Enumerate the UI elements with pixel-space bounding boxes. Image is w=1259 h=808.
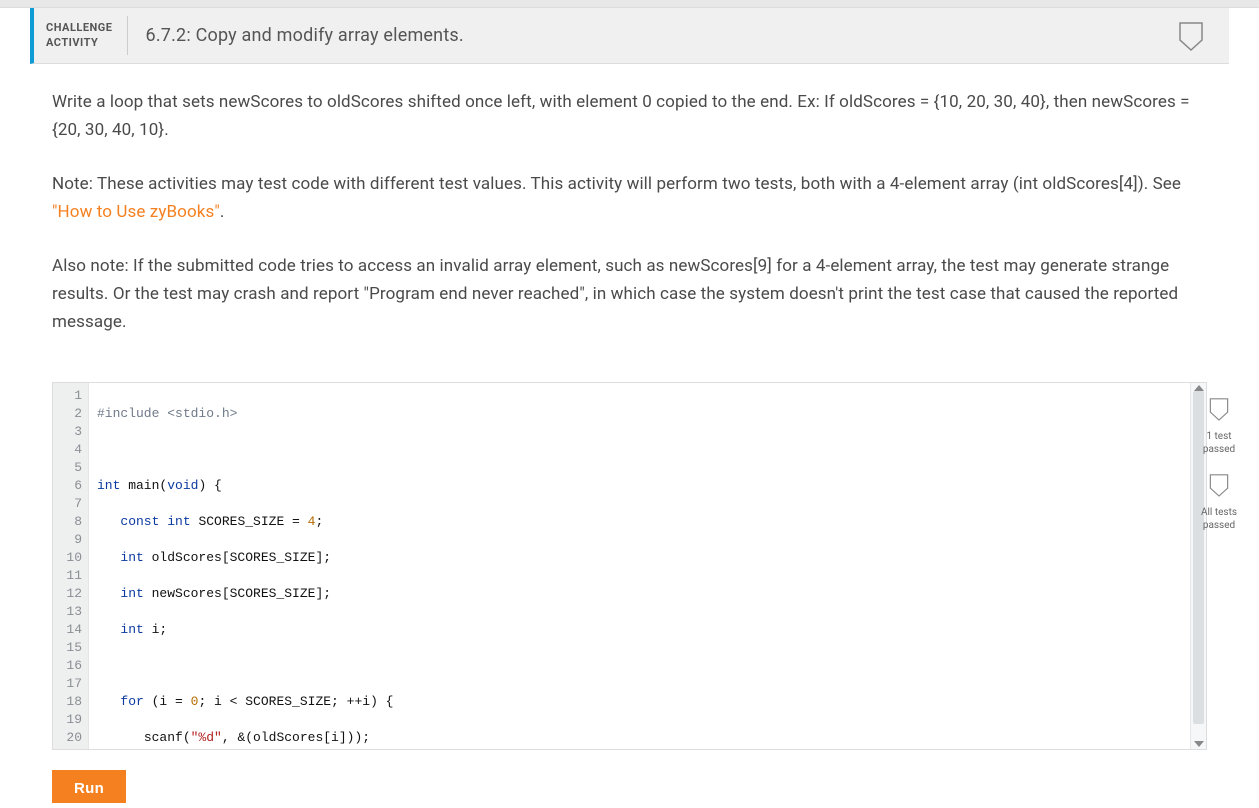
status-text: 1 test <box>1193 430 1245 443</box>
shield-icon <box>1177 20 1205 52</box>
line-number: 13 <box>63 603 82 621</box>
activity-completion-badge <box>1177 20 1205 56</box>
shield-icon <box>1208 396 1230 422</box>
line-number: 4 <box>63 441 82 459</box>
code-editor[interactable]: 1234567891011121314151617181920 #include… <box>52 382 1207 750</box>
description-para-3: Also note: If the submitted code tries t… <box>52 252 1207 336</box>
status-text: All tests <box>1193 506 1245 519</box>
test-status-1: 1 test passed <box>1193 396 1245 456</box>
line-number: 11 <box>63 567 82 585</box>
line-number: 18 <box>63 693 82 711</box>
line-number: 1 <box>63 387 82 405</box>
line-number: 14 <box>63 621 82 639</box>
line-number: 16 <box>63 657 82 675</box>
test-status-2: All tests passed <box>1193 472 1245 532</box>
line-number: 9 <box>63 531 82 549</box>
status-text: passed <box>1193 519 1245 532</box>
shield-icon <box>1208 472 1230 498</box>
activity-type-label: CHALLENGE ACTIVITY <box>46 16 128 55</box>
line-number: 6 <box>63 477 82 495</box>
activity-body: Write a loop that sets newScores to oldS… <box>30 64 1229 803</box>
status-text: passed <box>1193 443 1245 456</box>
line-number: 20 <box>63 729 82 747</box>
activity-title: 6.7.2: Copy and modify array elements. <box>128 16 464 55</box>
activity-type-line1: CHALLENGE <box>46 21 113 35</box>
line-number: 17 <box>63 675 82 693</box>
scroll-down-icon[interactable] <box>1194 741 1204 747</box>
line-number: 8 <box>63 513 82 531</box>
howto-link[interactable]: "How to Use zyBooks" <box>52 202 220 222</box>
line-number: 12 <box>63 585 82 603</box>
line-number: 5 <box>63 459 82 477</box>
activity-description: Write a loop that sets newScores to oldS… <box>52 88 1207 336</box>
line-number: 7 <box>63 495 82 513</box>
line-number: 3 <box>63 423 82 441</box>
description-para-1: Write a loop that sets newScores to oldS… <box>52 88 1207 144</box>
code-content[interactable]: #include <stdio.h> int main(void) { cons… <box>89 383 1190 749</box>
line-number: 19 <box>63 711 82 729</box>
line-number: 15 <box>63 639 82 657</box>
line-number: 10 <box>63 549 82 567</box>
line-number-gutter: 1234567891011121314151617181920 <box>53 383 89 749</box>
activity-header: CHALLENGE ACTIVITY 6.7.2: Copy and modif… <box>30 8 1229 64</box>
line-number: 2 <box>63 405 82 423</box>
activity-type-line2: ACTIVITY <box>46 36 113 50</box>
test-status-sidebar: 1 test passed All tests passed <box>1193 396 1245 548</box>
description-para-2: Note: These activities may test code wit… <box>52 170 1207 226</box>
run-button[interactable]: Run <box>52 770 126 803</box>
top-divider <box>0 0 1259 8</box>
